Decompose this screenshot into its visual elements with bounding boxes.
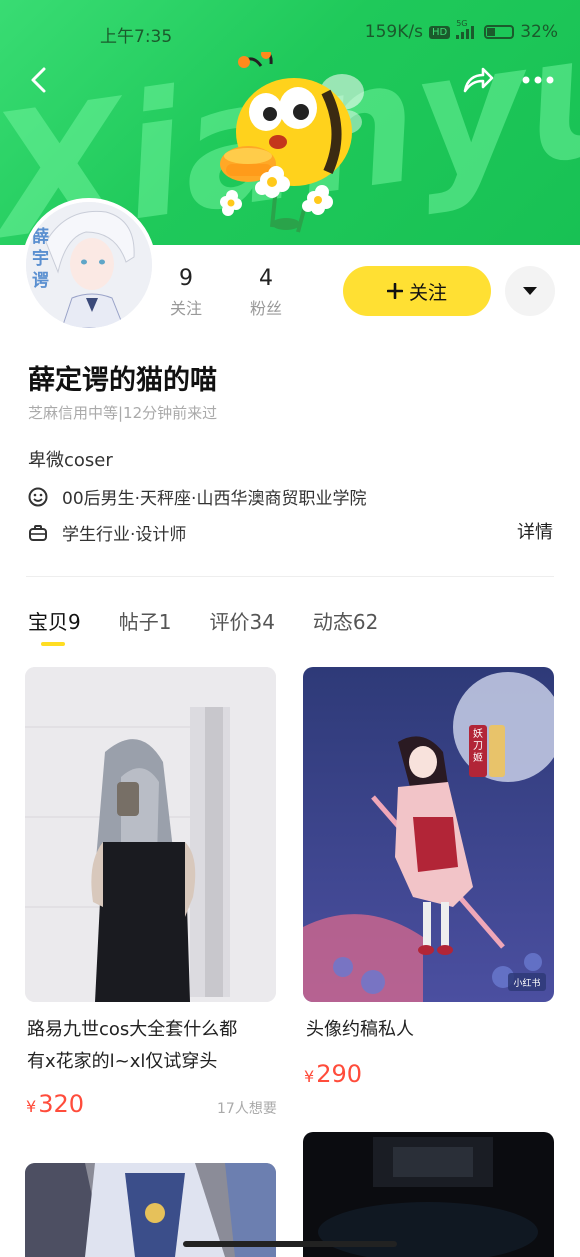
- following-stat[interactable]: 9 关注: [170, 266, 202, 319]
- personal-info-row: 00后男生·天秤座·山西华澳商贸职业学院: [28, 484, 366, 509]
- active-tab-indicator: [41, 642, 65, 646]
- item-1-price-value: 320: [38, 1090, 84, 1118]
- status-time: 上午7:35: [100, 27, 173, 47]
- smiley-icon: [28, 487, 48, 506]
- hd-badge: HD: [428, 25, 451, 39]
- following-label: 关注: [170, 299, 203, 318]
- signal-icon: 5G: [456, 19, 475, 39]
- tab-items[interactable]: 宝贝9: [28, 606, 81, 635]
- item-1-title[interactable]: 路易九世cos大全套什么都 有x花家的l~xl仅试穿头: [27, 1014, 282, 1078]
- briefcase-icon: [29, 524, 47, 541]
- item-2-price: ¥290: [304, 1060, 362, 1088]
- personal-info-text: 00后男生·天秤座·山西华澳商贸职业学院: [62, 489, 367, 509]
- network-type: 5G: [456, 19, 468, 28]
- occupation-row: 学生行业·设计师: [28, 520, 186, 545]
- profile-tabs: 宝贝9 帖子1 评价34 动态62: [28, 606, 416, 635]
- battery-icon: [484, 25, 515, 39]
- item-card-1-image[interactable]: [25, 667, 276, 1002]
- item-2-price-symbol: ¥: [304, 1067, 315, 1086]
- dark-photo-partial: [303, 1132, 554, 1257]
- item-card-4-image[interactable]: [303, 1132, 554, 1257]
- followers-count: 4: [259, 266, 273, 291]
- tab-posts[interactable]: 帖子1: [119, 606, 172, 635]
- item-1-price-symbol: ¥: [26, 1097, 37, 1116]
- item-1-title-line2: 有x花家的l~xl仅试穿头: [27, 1051, 218, 1072]
- followers-stat[interactable]: 4 粉丝: [250, 266, 282, 319]
- more-actions-dropdown[interactable]: [505, 266, 555, 316]
- user-bio: 卑微coser: [28, 450, 113, 471]
- artwork-character-tag: 妖刀姬: [473, 729, 483, 764]
- follow-button[interactable]: 关注: [343, 266, 491, 316]
- item-1-wants: 17人想要: [217, 1101, 277, 1117]
- item-2-price-value: 290: [316, 1060, 362, 1088]
- credit-and-last-seen: 芝麻信用中等|12分钟前来过: [28, 404, 218, 422]
- anime-artwork: [303, 667, 554, 1002]
- tab-activity[interactable]: 动态62: [313, 606, 378, 635]
- tab-reviews[interactable]: 评价34: [209, 606, 274, 635]
- occupation-text: 学生行业·设计师: [62, 525, 187, 545]
- more-options-button[interactable]: [518, 60, 558, 100]
- details-link[interactable]: 详情: [517, 518, 553, 544]
- bee-mascot-illustration: [220, 52, 364, 233]
- following-count: 9: [179, 266, 193, 291]
- follow-button-label: 关注: [408, 281, 447, 304]
- more-icon: [522, 76, 554, 84]
- back-button[interactable]: [18, 60, 58, 100]
- avatar-text: 薛宇谔: [32, 227, 49, 291]
- section-divider: [26, 576, 554, 577]
- caret-down-icon: [523, 287, 537, 295]
- item-2-title[interactable]: 头像约稿私人: [306, 1014, 556, 1046]
- item-2-title-line1: 头像约稿私人: [306, 1019, 414, 1040]
- followers-label: 粉丝: [250, 299, 283, 318]
- item-1-price: ¥320: [26, 1090, 84, 1118]
- item-1-title-line1: 路易九世cos大全套什么都: [27, 1019, 238, 1040]
- share-button[interactable]: [458, 60, 498, 100]
- home-indicator[interactable]: [183, 1241, 397, 1247]
- battery-level: 32%: [520, 22, 558, 42]
- share-icon: [463, 67, 494, 93]
- username: 薛定谔的猫的喵: [28, 365, 217, 396]
- cosplay-photo: [25, 667, 276, 1002]
- user-avatar[interactable]: 薛宇谔: [22, 198, 156, 332]
- artwork-watermark-tag: 小红书: [513, 979, 541, 989]
- plus-icon: [386, 283, 403, 299]
- network-speed: 159K/s: [364, 22, 423, 42]
- item-card-2-image[interactable]: 妖刀姬 小红书: [303, 667, 554, 1002]
- back-arrow-icon: [31, 67, 46, 93]
